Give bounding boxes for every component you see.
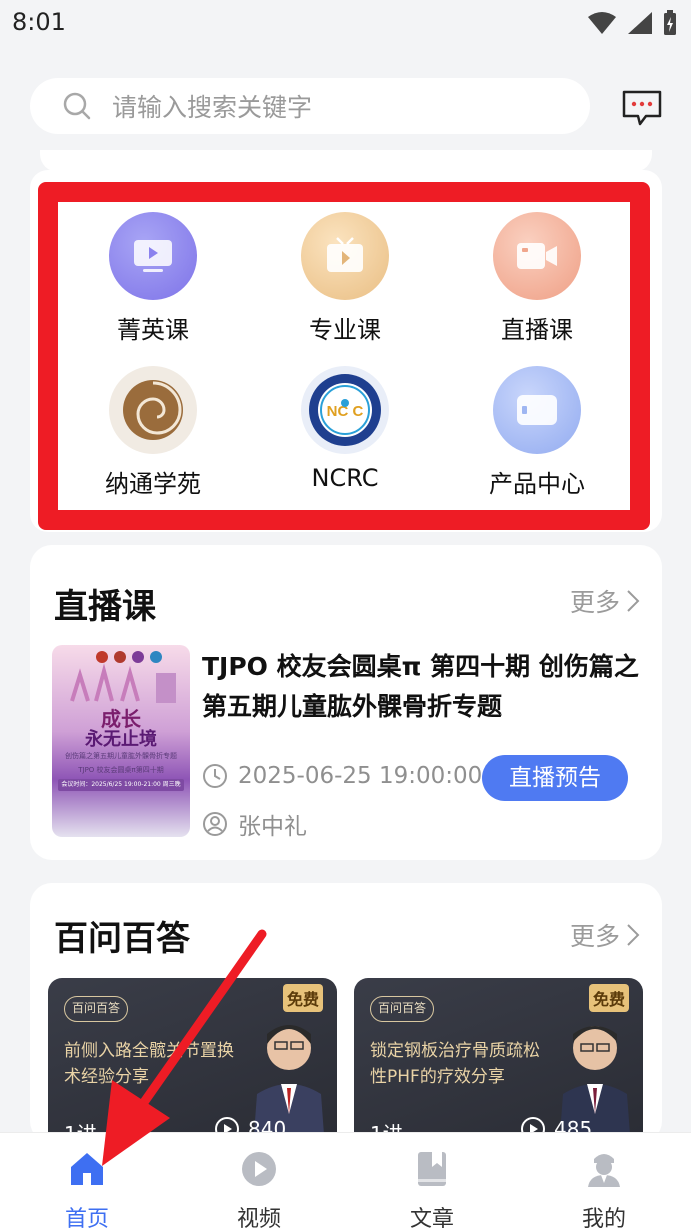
nav-label: 文章 xyxy=(409,1207,454,1228)
clock-icon xyxy=(203,764,227,788)
section-title: 直播课 xyxy=(54,587,156,627)
bottom-nav: 首页 视频 文章 我的 xyxy=(0,1132,691,1228)
qa-tag: 百问百答 xyxy=(370,996,434,1022)
nav-label: 首页 xyxy=(64,1207,109,1228)
nav-profile[interactable]: 我的 xyxy=(544,1149,664,1228)
message-icon xyxy=(622,90,662,126)
chevron-right-icon xyxy=(627,924,640,946)
nav-home[interactable]: 首页 xyxy=(27,1149,147,1228)
live-time: 2025-06-25 19:00:00 xyxy=(202,763,482,789)
more-label: 更多 xyxy=(569,588,620,617)
live-speaker-name: 张中礼 xyxy=(238,814,307,840)
live-more-link[interactable]: 更多 xyxy=(570,583,640,619)
live-poster[interactable]: 成长 永无止境 创伤篇之第五期儿童肱外髁骨折专题 TJPO 校友会圆桌π第四十期… xyxy=(52,645,190,837)
live-speaker: 张中礼 xyxy=(202,807,307,841)
search-placeholder: 请输入搜索关键字 xyxy=(112,93,313,122)
message-button[interactable] xyxy=(620,86,664,130)
user-icon xyxy=(203,812,227,836)
live-preview-button[interactable]: 直播预告 xyxy=(482,755,628,801)
status-icons xyxy=(587,10,677,36)
battery-icon xyxy=(664,10,676,35)
more-label: 更多 xyxy=(569,922,620,951)
qa-card-section: 百问百答 更多 百问百答 免费 前侧入路全髋关节置换术经验分享 1讲 840 百… xyxy=(30,883,662,1143)
poster-topic: 创伤篇之第五期儿童肱外髁骨折专题 xyxy=(65,752,177,760)
search-input[interactable]: 请输入搜索关键字 xyxy=(30,78,590,134)
signal-icon xyxy=(628,12,652,34)
poster-subheadline: 永无止境 xyxy=(85,729,157,750)
live-time-text: 2025-06-25 19:00:00 xyxy=(238,763,483,789)
status-bar: 8:01 xyxy=(0,0,691,48)
banner-strip xyxy=(40,150,652,172)
qa-item[interactable]: 百问百答 免费 锁定钢板治疗骨质疏松性PHF的疗效分享 1讲 485 xyxy=(354,978,643,1143)
live-course-title[interactable]: TJPO 校友会圆桌π 第四十期 创伤篇之第五期儿童肱外髁骨折专题 xyxy=(202,647,642,727)
live-course-card: 直播课 更多 成长 永无止境 创伤篇之第五期儿童肱外髁骨折专题 TJPO 校友会… xyxy=(30,545,662,860)
wifi-icon xyxy=(588,12,616,34)
highlight-frame xyxy=(38,182,650,530)
qa-item[interactable]: 百问百答 免费 前侧入路全髋关节置换术经验分享 1讲 840 xyxy=(48,978,337,1143)
chevron-right-icon xyxy=(627,590,640,612)
nav-video[interactable]: 视频 xyxy=(199,1149,319,1228)
home-icon xyxy=(71,1153,103,1185)
poster-series: TJPO 校友会圆桌π第四十期 xyxy=(78,766,164,774)
section-title: 百问百答 xyxy=(54,919,190,959)
video-icon xyxy=(242,1152,276,1186)
profile-icon xyxy=(588,1154,620,1187)
search-icon xyxy=(63,92,91,120)
qa-title: 锁定钢板治疗骨质疏松性PHF的疗效分享 xyxy=(370,1041,540,1087)
qa-tag: 百问百答 xyxy=(64,996,128,1022)
qa-title: 前侧入路全髋关节置换术经验分享 xyxy=(64,1041,234,1087)
search-row: 请输入搜索关键字 xyxy=(0,78,691,136)
nav-article[interactable]: 文章 xyxy=(372,1149,492,1228)
nav-label: 我的 xyxy=(581,1207,626,1228)
poster-time: 会议时间：2025/6/25 19:00-21:00 周三晚 xyxy=(58,779,184,791)
nav-label: 视频 xyxy=(236,1207,281,1228)
status-time: 8:01 xyxy=(12,8,66,36)
qa-more-link[interactable]: 更多 xyxy=(570,917,640,953)
article-icon xyxy=(418,1152,446,1186)
